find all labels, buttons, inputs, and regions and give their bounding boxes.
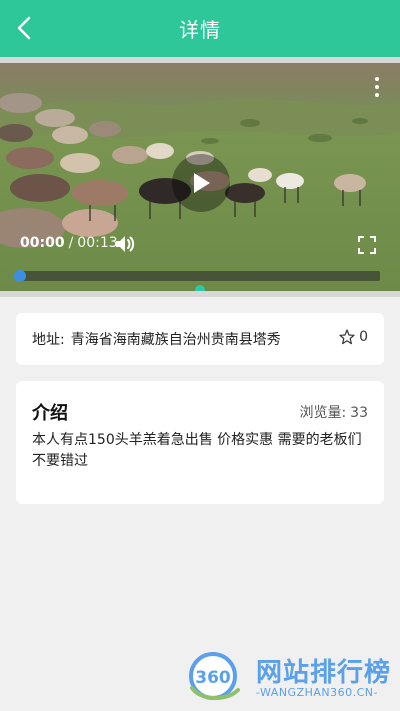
address-value: 青海省海南藏族自治州贵南县塔秀 [70,332,281,348]
chevron-left-icon [17,16,31,40]
address-card: 地址: 青海省海南藏族自治州贵南县塔秀 0 [16,313,384,365]
volume-button[interactable] [114,233,136,255]
star-icon [339,329,355,345]
total-time: 00:13 [77,235,118,251]
watermark: 360 网站排行榜 -WANGZHAN360.CN- [186,648,400,706]
carousel-indicator-dot[interactable] [195,285,205,291]
views-value: 33 [350,405,368,421]
more-dot [375,93,379,97]
favorite-button[interactable]: 0 [339,329,368,345]
back-button[interactable] [10,14,38,42]
watermark-title: 网站排行榜 [256,658,392,688]
volume-icon [116,236,135,252]
nav-bar: 详情 [0,0,400,57]
play-icon [194,173,210,193]
play-button[interactable] [172,154,230,212]
logo-360-icon: 360 [189,652,240,700]
page-title: 详情 [179,18,221,42]
views-label: 浏览量: [299,405,347,421]
more-dot [375,85,379,89]
time-display: 00:00 / 00:13 [20,235,118,251]
intro-card: 介绍 浏览量: 33 本人有点150头羊羔着急出售 价格实惠 需要的老板们不要错过 [16,381,384,504]
watermark-subtitle: -WANGZHAN360.CN- [256,686,379,699]
video-player[interactable]: 00:00 / 00:13 [0,57,400,297]
favorite-count: 0 [359,329,368,345]
view-count: 浏览量: 33 [299,402,368,422]
logo-text: 360 [195,668,231,688]
intro-title: 介绍 [32,403,68,424]
time-separator: / [68,235,74,251]
intro-description: 本人有点150头羊羔着急出售 价格实惠 需要的老板们不要错过 [32,432,362,469]
video-frame[interactable]: 00:00 / 00:13 [0,63,400,291]
more-vertical-icon [375,77,379,81]
more-options-button[interactable] [368,75,386,99]
address-label: 地址: [32,332,65,348]
current-time: 00:00 [20,235,65,251]
video-progress-bar[interactable] [14,270,380,282]
fullscreen-icon [358,236,376,254]
fullscreen-button[interactable] [358,236,376,254]
progress-handle[interactable] [14,270,26,282]
